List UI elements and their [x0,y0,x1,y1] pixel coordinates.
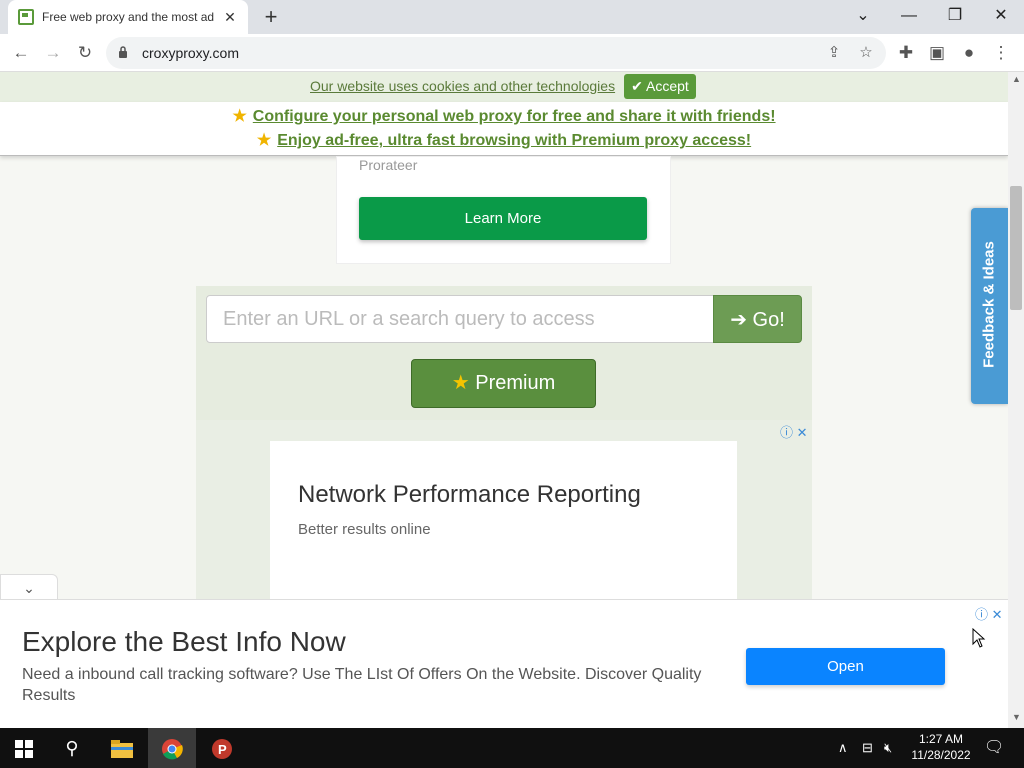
bottom-ad-description: Need a inbound call tracking software? U… [22,666,702,704]
back-arrow-icon[interactable]: ← [8,40,34,66]
promo-line1-text: Configure your personal web proxy for fr… [252,108,776,125]
url-text: croxyproxy.com [142,45,239,61]
psiphon-icon[interactable]: P [198,728,246,768]
star-icon: ★ [232,108,247,125]
accept-label: Accept [646,78,689,94]
share-icon[interactable]: ⇪ [822,41,846,65]
clock-time: 1:27 AM [918,732,964,746]
arrow-right-icon: ➔ [730,309,747,331]
promo-link-premium[interactable]: ★ Enjoy ad-free, ultra fast browsing with… [0,130,1008,150]
star-icon: ★ [256,132,272,149]
search-icon[interactable]: ⚲ [48,728,96,768]
proxy-form: Enter an URL or a search query to access… [196,286,812,420]
profile-avatar-icon[interactable]: ● [956,40,982,66]
promo-line2-text: Enjoy ad-free, ultra fast browsing with … [277,132,752,149]
scrollbar-thumb[interactable] [1010,186,1022,310]
forward-arrow-icon[interactable]: → [40,40,66,66]
cookie-policy-link[interactable]: Our website uses cookies and other techn… [310,78,615,94]
croxyproxy-favicon-icon [18,9,34,25]
premium-button[interactable]: ★ Premium [411,359,596,408]
feedback-label: Feedback & Ideas [980,241,998,368]
star-icon: ★ [451,372,470,394]
adchoices-icon[interactable]: ⓘ ✕ [780,422,808,441]
mouse-cursor-icon [972,628,986,648]
page-scrollbar[interactable]: ▲ ▼ [1008,72,1024,728]
url-search-input[interactable]: Enter an URL or a search query to access [206,295,714,343]
cookie-banner: Our website uses cookies and other techn… [0,72,1008,102]
tray-chevron-up-icon[interactable]: ∧ [838,728,848,768]
collapse-ad-chevron-icon[interactable]: ⌄ [0,574,58,600]
page-viewport: Our website uses cookies and other techn… [0,72,1008,728]
go-label: Go! [752,309,785,331]
mid-ad-subline: Better results online [298,521,431,538]
address-bar[interactable]: croxyproxy.com ⇪ ☆ [106,37,886,69]
scroll-down-arrow-icon[interactable]: ▼ [1012,712,1021,722]
browser-toolbar: ← → ↻ croxyproxy.com ⇪ ☆ ✚ ▣ ● ⋮ [0,34,1024,72]
tab-strip: Free web proxy and the most ad ✕ + ⌄ — ❐… [0,0,1024,34]
reload-icon[interactable]: ↻ [72,40,98,66]
checkmark-icon: ✔ [631,78,643,94]
network-icon[interactable]: ⊟ [862,728,873,768]
maximize-button[interactable]: ❐ [932,0,978,34]
new-tab-button[interactable]: + [258,4,284,30]
bottom-ad-headline[interactable]: Explore the Best Info Now [22,626,346,658]
tab-title: Free web proxy and the most ad [42,10,215,24]
svg-text:P: P [218,742,227,757]
learn-more-button[interactable]: Learn More [359,197,647,240]
mid-ad-headline: Network Performance Reporting [298,481,641,508]
chrome-icon[interactable] [148,728,196,768]
feedback-tab[interactable]: Feedback & Ideas [971,208,1008,404]
lock-icon [119,46,127,58]
browser-tab[interactable]: Free web proxy and the most ad ✕ [8,0,248,34]
top-ad-card: Prorateer Learn More [336,156,671,264]
windows-start-icon[interactable] [0,728,48,768]
promo-banner: ★ Configure your personal web proxy for f… [0,102,1008,156]
scroll-up-arrow-icon[interactable]: ▲ [1012,74,1021,84]
close-window-button[interactable]: ✕ [978,0,1024,34]
taskbar-clock[interactable]: 1:27 AM 11/28/2022 [906,731,976,763]
clock-date: 11/28/2022 [911,748,971,762]
tab-close-icon[interactable]: ✕ [222,9,238,26]
go-button[interactable]: ➔ Go! [713,295,802,343]
accept-cookies-button[interactable]: ✔ Accept [624,74,696,99]
file-explorer-icon[interactable] [98,728,146,768]
bottom-ad-banner: ⓘ ✕ Explore the Best Info Now Need a inb… [0,599,1008,728]
adchoices-icon[interactable]: ⓘ ✕ [975,604,1003,623]
tab-search-chevron-icon[interactable]: ⌄ [840,0,886,34]
windows-taskbar: ⚲ P ∧ ⊟ 🔇︎ 1:27 AM 11/28/2022 🗨︎ [0,728,1024,768]
menu-kebab-icon[interactable]: ⋮ [988,40,1014,66]
promo-link-configure[interactable]: ★ Configure your personal web proxy for f… [0,106,1008,126]
side-panel-icon[interactable]: ▣ [924,40,950,66]
notifications-icon[interactable]: 🗨︎ [984,728,1004,768]
bookmark-star-icon[interactable]: ☆ [854,41,878,65]
extensions-puzzle-icon[interactable]: ✚ [893,40,919,66]
ad-brand: Prorateer [359,157,418,173]
minimize-button[interactable]: — [886,0,932,34]
premium-label: Premium [475,372,556,394]
open-ad-button[interactable]: Open [746,648,945,685]
speaker-muted-icon[interactable]: 🔇︎ [884,728,892,768]
